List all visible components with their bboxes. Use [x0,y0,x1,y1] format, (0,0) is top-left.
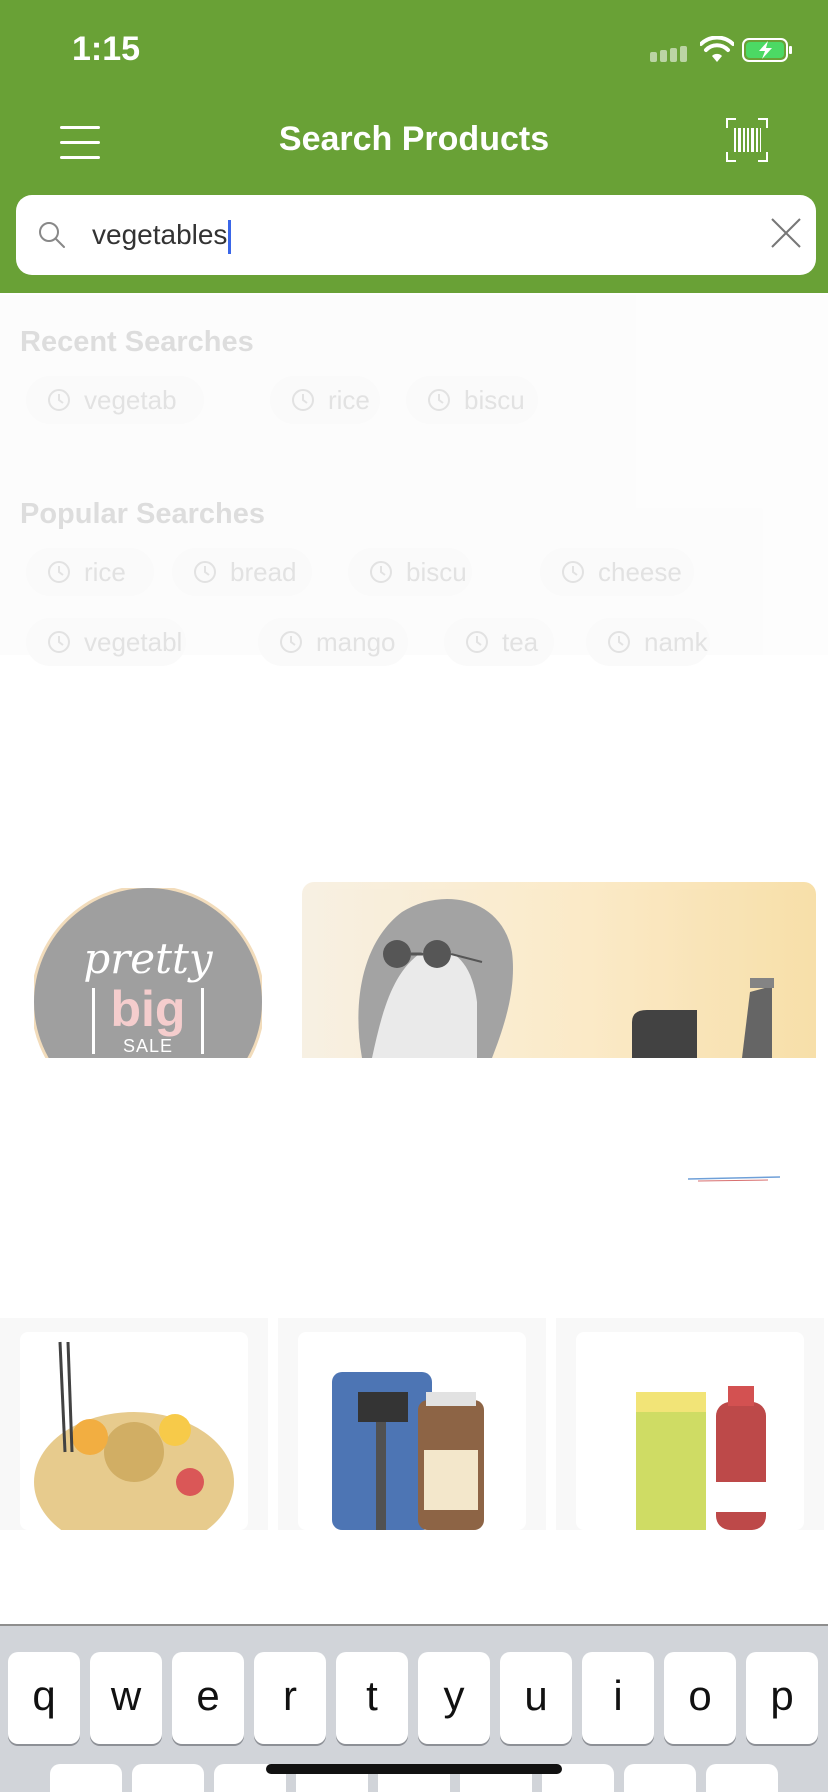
popular-chip[interactable]: namk [586,618,710,666]
product-card[interactable] [556,1318,824,1530]
key-e[interactable]: e [172,1652,244,1744]
popular-chip-label: bread [230,557,297,587]
search-field[interactable]: vegetables [16,195,816,275]
banner-pretty-text: pretty [83,934,213,983]
history-icon [48,631,70,653]
popular-chip-label: cheese [598,557,682,587]
isabgol-and-tonic-image [636,1386,766,1530]
model-with-sunglasses-image [358,899,774,1058]
recent-chip-label: biscu [464,385,525,415]
pooja-thali-image [34,1341,234,1530]
search-input-text: vegetables [92,219,228,250]
recent-chip[interactable]: vegetab [26,376,204,424]
key-q[interactable]: q [8,1652,80,1744]
key-i[interactable]: i [582,1652,654,1744]
recent-searches-title: Recent Searches [20,326,254,358]
wifi-icon [700,36,734,62]
status-time: 1:15 [72,30,141,68]
history-icon [562,561,584,583]
key-r[interactable]: r [254,1652,326,1744]
history-icon [48,389,70,411]
key-p[interactable]: p [746,1652,818,1744]
popular-chip[interactable]: tea [444,618,554,666]
text-caret [228,219,232,254]
promo-banner-right[interactable] [302,882,816,1058]
promo-banner-left[interactable]: pretty big SALE [34,888,262,1058]
history-icon [280,631,302,653]
key-row2[interactable] [132,1764,204,1792]
key-w[interactable]: w [90,1652,162,1744]
popular-chip[interactable]: rice [26,548,154,596]
history-icon [194,561,216,583]
search-icon [39,222,65,248]
popular-chip[interactable]: vegetabl [26,618,186,666]
key-y[interactable]: y [418,1652,490,1744]
cellular-signal-icon [650,44,690,62]
key-row2[interactable] [706,1764,778,1792]
title-row: Search Products [0,100,828,190]
battery-charging-icon [742,38,792,62]
barcode-scan-icon[interactable] [726,118,768,162]
key-u[interactable]: u [500,1652,572,1744]
product-image [576,1332,804,1530]
recent-chip[interactable]: rice [270,376,380,424]
decorative-line [688,1176,780,1182]
popular-chip-label: rice [84,557,126,587]
recent-chip-label: rice [328,385,370,415]
banner-sale-text: SALE [122,1036,174,1056]
banner-big-text: big [110,981,186,1037]
product-image [20,1332,248,1530]
popular-chip[interactable]: mango [258,618,408,666]
home-indicator [266,1764,562,1774]
history-icon [370,561,392,583]
popular-chip-label: vegetabl [84,627,183,657]
popular-searches-title: Popular Searches [20,498,264,530]
product-card[interactable] [0,1318,268,1530]
popular-chip[interactable]: bread [172,548,312,596]
key-row2[interactable] [50,1764,122,1792]
popular-chip[interactable]: biscu [348,548,472,596]
history-icon [608,631,630,653]
product-carousel [0,1318,828,1530]
status-bar: 1:15 [0,0,828,100]
product-card[interactable] [278,1318,546,1530]
product-image [298,1332,526,1530]
razor-and-oil-image [332,1372,484,1530]
search-input[interactable]: vegetables [92,215,232,255]
history-icon [428,389,450,411]
app-header: 1:15 Search Products vegetables [0,0,828,293]
history-icon [466,631,488,653]
key-row2[interactable] [624,1764,696,1792]
recent-chip[interactable]: biscu [406,376,538,424]
popular-chip[interactable]: cheese [540,548,694,596]
key-o[interactable]: o [664,1652,736,1744]
history-icon [292,389,314,411]
key-t[interactable]: t [336,1652,408,1744]
popular-chip-label: mango [316,627,396,657]
popular-chip-label: tea [502,627,539,657]
close-icon[interactable] [768,215,804,251]
popular-chip-label: namk [644,627,708,657]
popular-chip-label: biscu [406,557,467,587]
history-icon [48,561,70,583]
recent-chip-label: vegetab [84,385,177,415]
page-title: Search Products [278,120,550,158]
